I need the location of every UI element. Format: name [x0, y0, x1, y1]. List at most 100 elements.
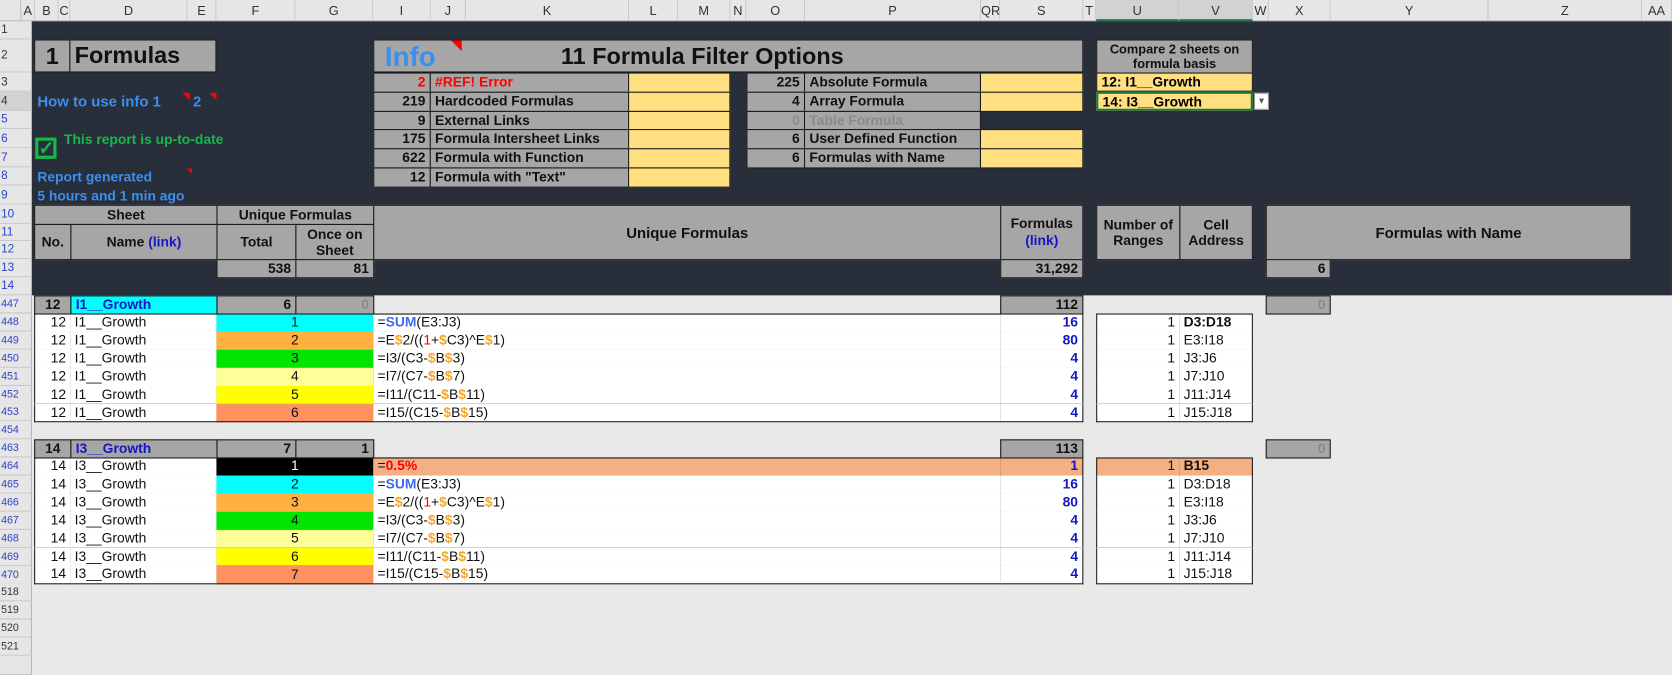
filter-input-cell[interactable]	[979, 91, 1084, 112]
info-badge[interactable]: Info	[385, 41, 436, 72]
row-header-521[interactable]: 521	[0, 637, 32, 656]
filter-option-label[interactable]: Formula Intersheet Links	[429, 129, 630, 150]
row-header-12[interactable]: 12	[0, 240, 32, 260]
row-header-7[interactable]: 7	[0, 148, 32, 168]
row-formula-count-link[interactable]: 4	[1000, 547, 1084, 567]
header-formulas[interactable]: Formulas (link)	[1000, 204, 1084, 261]
column-header-B[interactable]: B	[35, 0, 59, 22]
row-header-14[interactable]: 14	[0, 277, 32, 296]
filter-option-label[interactable]: Absolute Formula	[803, 72, 981, 93]
row-formula[interactable]: =I7/(C7-$B$7)	[373, 529, 1002, 549]
column-header-J[interactable]: J	[430, 0, 466, 22]
column-header-Z[interactable]: Z	[1488, 0, 1643, 22]
row-formula[interactable]: =I7/(C7-$B$7)	[373, 367, 1002, 387]
filter-input-cell[interactable]	[628, 148, 731, 169]
row-header-9[interactable]: 9	[0, 185, 32, 205]
row-formula[interactable]: =I3/(C3-$B$3)	[373, 349, 1002, 369]
row-header-449[interactable]: 449	[0, 331, 32, 350]
column-header-A[interactable]: A	[21, 0, 36, 22]
column-header-E[interactable]: E	[187, 0, 217, 22]
row-header-5[interactable]: 5	[0, 110, 32, 130]
dropdown-arrow-icon[interactable]: ▼	[1253, 92, 1269, 110]
header-name-link[interactable]: (link)	[148, 234, 181, 251]
row-formula[interactable]: =I11/(C11-$B$11)	[373, 547, 1002, 567]
how-to-use-label[interactable]: How to use info 1	[37, 93, 161, 110]
column-header-K[interactable]: K	[465, 0, 630, 22]
row-formula-count-link[interactable]: 80	[1000, 331, 1084, 351]
how-to-use-link-2[interactable]: 2	[193, 92, 217, 112]
how-to-use-link-1[interactable]: How to use info 1	[37, 92, 190, 112]
row-formula[interactable]: =I3/(C3-$B$3)	[373, 511, 1002, 531]
column-header-AA[interactable]: AA	[1642, 0, 1672, 22]
column-header-T[interactable]: T	[1083, 0, 1097, 22]
row-formula-count-link[interactable]: 1	[1000, 457, 1084, 477]
row-header-463[interactable]: 463	[0, 439, 32, 458]
column-header-C[interactable]: C	[58, 0, 71, 22]
row-formula-count-link[interactable]: 16	[1000, 313, 1084, 333]
row-header-466[interactable]: 466	[0, 493, 32, 512]
group-sheet-name-link[interactable]: I1__Growth	[70, 295, 218, 315]
filter-option-label[interactable]: Formulas with Name	[803, 148, 981, 169]
column-header-QR[interactable]: QR	[980, 0, 1001, 22]
row-header-451[interactable]: 451	[0, 367, 32, 386]
row-formula[interactable]: =I15/(C15-$B$15)	[373, 565, 1002, 585]
row-header-3[interactable]: 3	[0, 72, 32, 92]
row-formula[interactable]: =I11/(C11-$B$11)	[373, 385, 1002, 405]
filter-option-label[interactable]: Array Formula	[803, 91, 981, 112]
filter-option-label[interactable]: Formula with "Text"	[429, 167, 630, 188]
column-header-W[interactable]: W	[1252, 0, 1269, 22]
row-header-467[interactable]: 467	[0, 511, 32, 530]
row-formula-count-link[interactable]: 4	[1000, 385, 1084, 405]
column-header-P[interactable]: P	[805, 0, 981, 22]
row-header-465[interactable]: 465	[0, 475, 32, 494]
row-header-2[interactable]: 2	[0, 39, 32, 73]
row-formula-count-link[interactable]: 4	[1000, 565, 1084, 585]
column-header-G[interactable]: G	[295, 0, 374, 22]
column-header-S[interactable]: S	[1000, 0, 1084, 22]
row-header-468[interactable]: 468	[0, 529, 32, 548]
row-header-518[interactable]: 518	[0, 583, 32, 602]
filter-input-cell[interactable]	[979, 129, 1084, 150]
row-header-4[interactable]: 4	[0, 91, 32, 111]
filter-option-label[interactable]: Table Formula	[803, 110, 981, 131]
row-formula-count-link[interactable]: 16	[1000, 475, 1084, 495]
row-formula-count-link[interactable]: 4	[1000, 529, 1084, 549]
row-formula[interactable]: =SUM(E3:J3)	[373, 313, 1002, 333]
column-header-N[interactable]: N	[730, 0, 747, 22]
column-header-I[interactable]: I	[373, 0, 431, 22]
row-header-464[interactable]: 464	[0, 457, 32, 476]
column-header-Y[interactable]: Y	[1330, 0, 1489, 22]
row-formula[interactable]: =E$2/((1+$C3)^E$1)	[373, 331, 1002, 351]
filter-option-label[interactable]: Formula with Function	[429, 148, 630, 169]
filter-input-cell[interactable]	[979, 72, 1084, 93]
row-formula-count-link[interactable]: 4	[1000, 349, 1084, 369]
row-header-454[interactable]: 454	[0, 421, 32, 440]
row-formula[interactable]: =I15/(C15-$B$15)	[373, 403, 1002, 423]
filter-option-label[interactable]: Hardcoded Formulas	[429, 91, 630, 112]
row-header-blank[interactable]	[0, 655, 32, 675]
column-header-U[interactable]: U	[1096, 0, 1180, 22]
row-formula[interactable]: =0.5%	[373, 457, 1002, 477]
row-header-11[interactable]: 11	[0, 223, 32, 241]
row-header-448[interactable]: 448	[0, 313, 32, 332]
column-header-V[interactable]: V	[1179, 0, 1253, 22]
filter-input-cell[interactable]	[628, 167, 731, 188]
row-header-10[interactable]: 10	[0, 204, 32, 224]
filter-input-cell[interactable]	[628, 72, 731, 93]
row-formula-count-link[interactable]: 4	[1000, 403, 1084, 423]
select-all-corner[interactable]	[0, 0, 22, 22]
row-header-8[interactable]: 8	[0, 167, 32, 186]
column-header-X[interactable]: X	[1268, 0, 1331, 22]
filter-input-cell[interactable]	[979, 148, 1084, 169]
column-header-D[interactable]: D	[70, 0, 188, 22]
row-header-447[interactable]: 447	[0, 295, 32, 314]
row-header-520[interactable]: 520	[0, 619, 32, 638]
filter-option-label[interactable]: External Links	[429, 110, 630, 131]
row-header-453[interactable]: 453	[0, 403, 32, 422]
header-formulas-link[interactable]: (link)	[1025, 232, 1058, 249]
row-header-469[interactable]: 469	[0, 547, 32, 566]
row-formula[interactable]: =E$2/((1+$C3)^E$1)	[373, 493, 1002, 513]
filter-input-cell[interactable]	[628, 91, 731, 112]
row-header-470[interactable]: 470	[0, 565, 32, 584]
filter-option-label[interactable]: #REF! Error	[429, 72, 630, 93]
